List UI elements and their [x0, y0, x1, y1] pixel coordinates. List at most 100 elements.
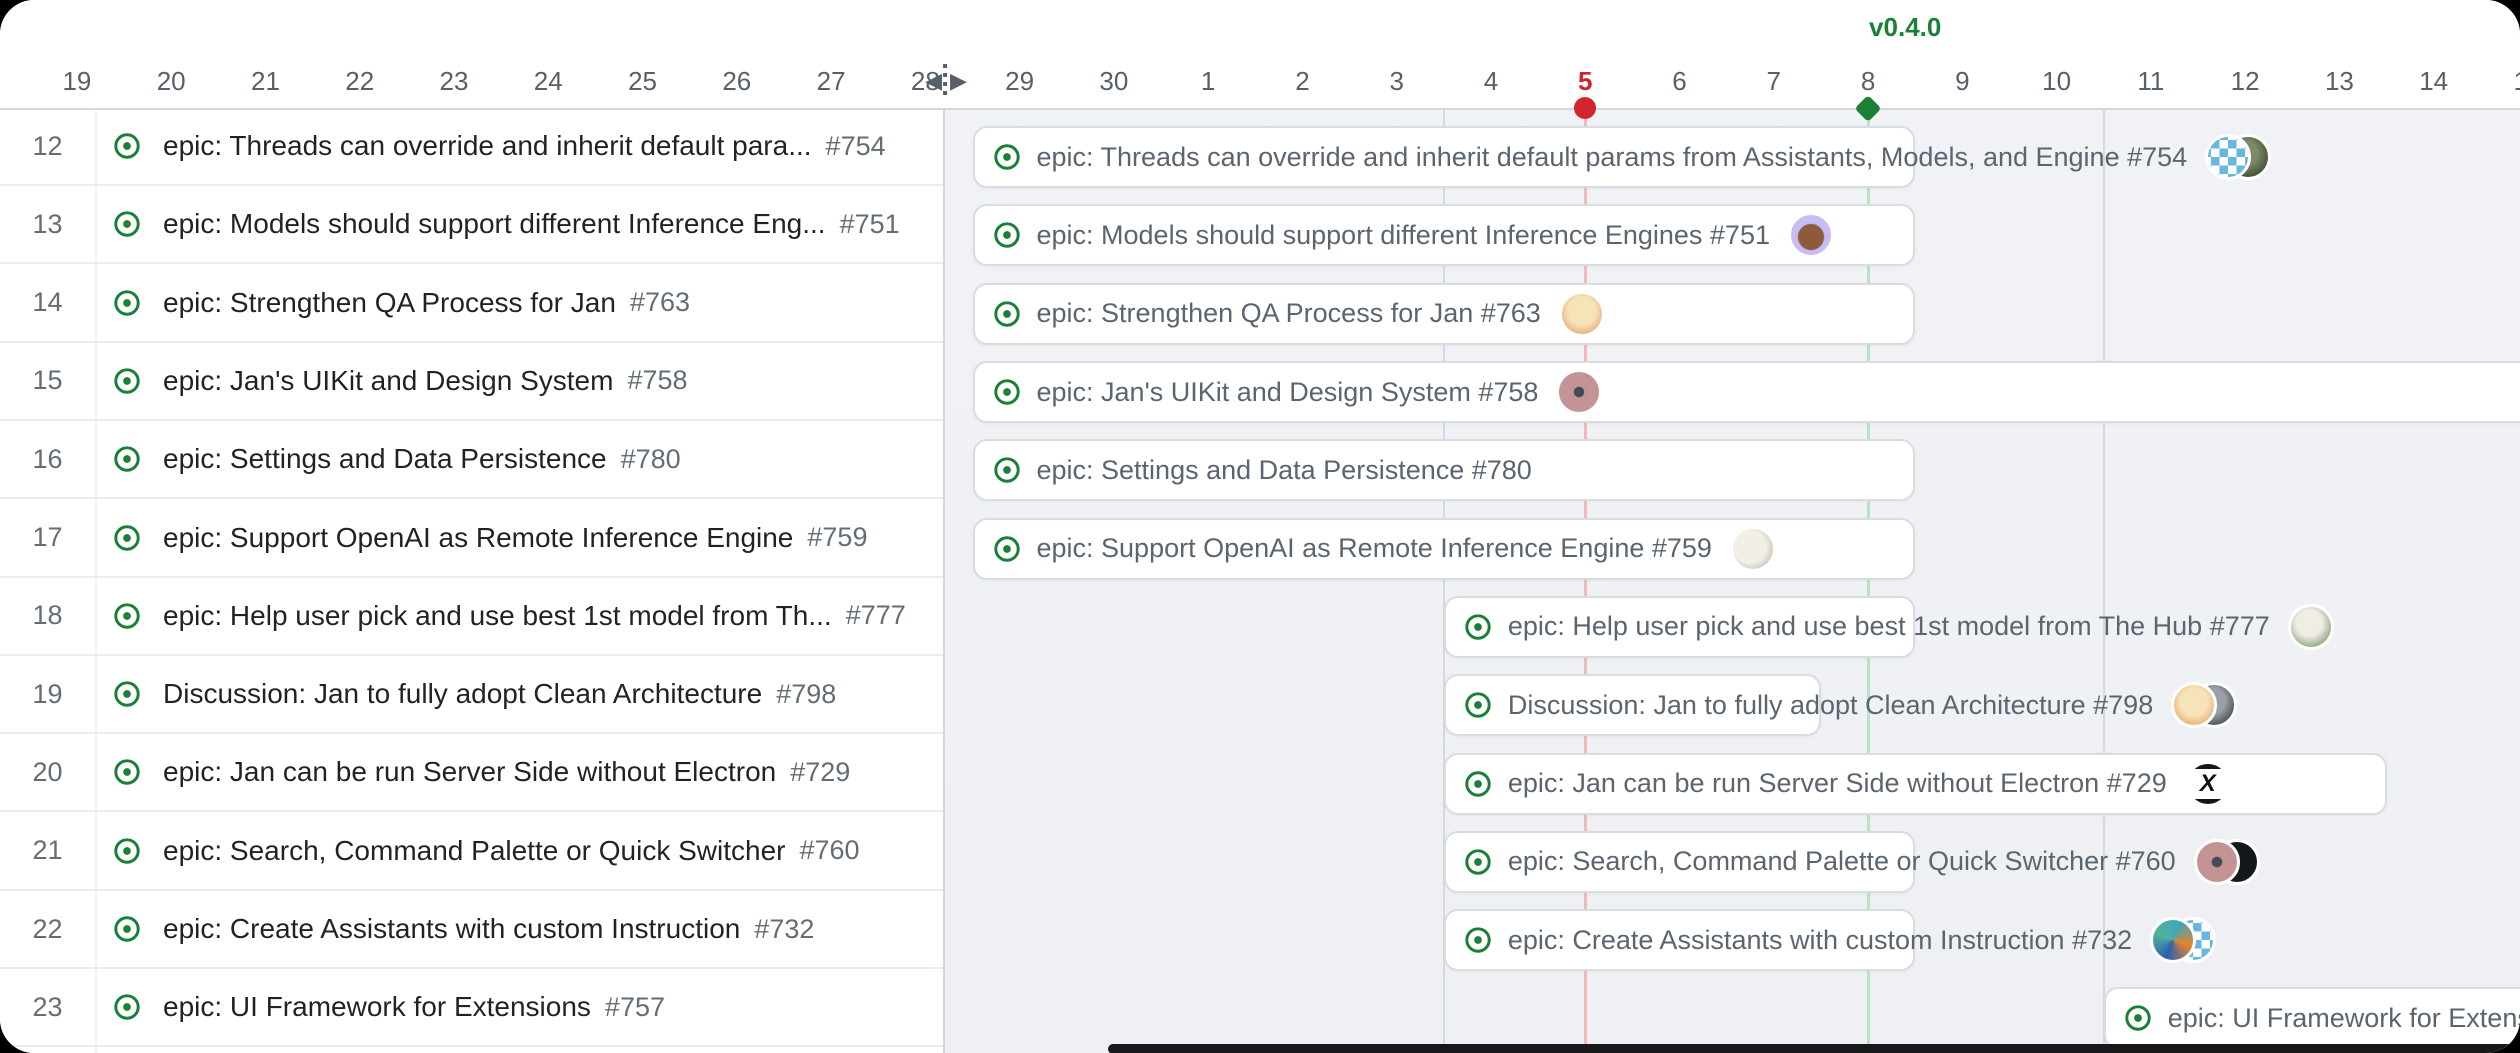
open-issue-icon [113, 758, 141, 786]
avatar[interactable] [2150, 917, 2196, 963]
open-issue-icon [113, 524, 141, 552]
table-row-17[interactable]: 17epic: Support OpenAI as Remote Inferen… [0, 500, 943, 578]
assignee-avatars[interactable] [1730, 526, 1796, 572]
open-issue-icon [113, 289, 141, 317]
open-issue-icon [113, 837, 141, 865]
bar-title: epic: Support OpenAI as Remote Inference… [1037, 533, 1712, 564]
table-row-21[interactable]: 21 epic: Search, Command Palette or Quick… [0, 813, 943, 891]
open-issue-icon [1464, 691, 1492, 719]
open-issue-icon [993, 535, 1021, 563]
assignee-avatars[interactable]: X [2185, 761, 2231, 807]
issue-number: #777 [846, 600, 906, 631]
timeline-bar-729[interactable]: epic: Jan can be run Server Side without… [1444, 753, 2231, 815]
open-issue-icon [2124, 1004, 2152, 1032]
assignee-avatars[interactable] [2194, 839, 2260, 885]
timeline-bar-763[interactable]: epic: Strengthen QA Process for Jan #763 [973, 283, 1625, 345]
issue-title[interactable]: epic: UI Framework for Extensions [163, 991, 591, 1023]
table-row-18[interactable]: 18epic: Help user pick and use best 1st … [0, 578, 943, 656]
table-row-14[interactable]: 14epic: Strengthen QA Process for Jan#76… [0, 265, 943, 343]
issue-number: #757 [605, 992, 665, 1023]
day-label-30: 30 [1099, 66, 1128, 97]
issue-title[interactable]: epic: Jan's UIKit and Design System [163, 365, 613, 397]
avatar[interactable] [2205, 134, 2251, 180]
avatar[interactable] [2194, 839, 2240, 885]
row-number: 20 [0, 757, 95, 788]
table-row-22[interactable]: 22epic: Create Assistants with custom In… [0, 891, 943, 969]
timeline-bar-754[interactable]: epic: Threads can override and inherit d… [973, 126, 2272, 188]
assignee-avatars[interactable] [2288, 604, 2334, 650]
open-issue-icon [113, 993, 141, 1021]
issue-title[interactable]: epic: Search, Command Palette or Quick S… [163, 835, 785, 867]
day-label-8: 8 [1861, 66, 1875, 97]
day-label-15: 15 [2513, 66, 2520, 97]
day-label-25: 25 [628, 66, 657, 97]
bar-title: epic: Strengthen QA Process for Jan #763 [1037, 298, 1541, 329]
avatar[interactable] [2288, 604, 2334, 650]
row-number: 23 [0, 992, 95, 1023]
issue-title[interactable]: epic: Threads can override and inherit d… [163, 130, 812, 162]
issue-number: #729 [790, 757, 850, 788]
day-label-1: 1 [1201, 66, 1215, 97]
timeline-bar-732[interactable]: epic: Create Assistants with custom Inst… [1444, 909, 2216, 971]
table-row-23[interactable]: 23 epic: UI Framework for Extensions #757 [0, 969, 943, 1047]
table-row-12[interactable]: 12 epic: Threads can override and inherit… [0, 108, 943, 186]
avatar[interactable] [1556, 369, 1602, 415]
assignee-avatars[interactable] [2205, 134, 2271, 180]
day-label-24: 24 [534, 66, 563, 97]
day-label-4: 4 [1484, 66, 1498, 97]
table-row-13[interactable]: 13epic: Models should support different … [0, 186, 943, 264]
timeline-bar-758[interactable]: epic: Jan's UIKit and Design System #758 [973, 361, 1623, 423]
avatar[interactable] [2171, 682, 2217, 728]
avatar[interactable] [1559, 291, 1605, 337]
avatar[interactable]: X [2185, 761, 2231, 807]
issue-title[interactable]: epic: Create Assistants with custom Inst… [163, 913, 740, 945]
row-number: 19 [0, 679, 95, 710]
panel-resize-handle-icon[interactable]: ◀▶ [925, 64, 965, 98]
open-issue-icon [993, 221, 1021, 249]
issue-title[interactable]: epic: Settings and Data Persistence [163, 443, 607, 475]
day-label-13: 13 [2325, 66, 2354, 97]
issue-title[interactable]: epic: Support OpenAI as Remote Inference… [163, 522, 793, 554]
open-issue-icon [993, 300, 1021, 328]
horizontal-scrollbar-thumb[interactable] [1108, 1044, 2520, 1053]
day-label-10: 10 [2042, 66, 2071, 97]
avatar[interactable] [1730, 526, 1776, 572]
issue-number: #763 [630, 287, 690, 318]
timeline-bar-757[interactable]: epic: UI Framework for Extensions #757 [2104, 987, 2520, 1049]
bar-title: epic: UI Framework for Extensions #757 [2168, 1003, 2520, 1034]
bar-title: epic: Create Assistants with custom Inst… [1508, 925, 2132, 956]
timeline-bar-777[interactable]: epic: Help user pick and use best 1st mo… [1444, 596, 2334, 658]
issue-title[interactable]: epic: Help user pick and use best 1st mo… [163, 600, 832, 632]
assignee-avatars[interactable] [2171, 682, 2237, 728]
table-row-19[interactable]: 19 Discussion: Jan to fully adopt Clean A… [0, 656, 943, 734]
issue-title[interactable]: Discussion: Jan to fully adopt Clean Arc… [163, 678, 762, 710]
table-row-16[interactable]: 16epic: Settings and Data Persistence#78… [0, 421, 943, 499]
assignee-avatars[interactable] [1559, 291, 1625, 337]
timeline-bar-780[interactable]: epic: Settings and Data Persistence #780 [973, 439, 1532, 501]
timeline-bar-798[interactable]: Discussion: Jan to fully adopt Clean Arc… [1444, 674, 2237, 736]
timeline-bar-760[interactable]: epic: Search, Command Palette or Quick S… [1444, 831, 2260, 893]
issue-title[interactable]: epic: Models should support different In… [163, 208, 826, 240]
assignee-avatars[interactable] [2150, 917, 2216, 963]
open-issue-icon [993, 456, 1021, 484]
table-row-20[interactable]: 20 epic: Jan can be run Server Side witho… [0, 734, 943, 812]
assignee-avatars[interactable] [1556, 369, 1622, 415]
milestone-label[interactable]: v0.4.0 [1869, 12, 1941, 43]
row-number: 12 [0, 131, 95, 162]
day-label-2: 2 [1295, 66, 1309, 97]
table-row-15[interactable]: 15epic: Jan's UIKit and Design System#75… [0, 343, 943, 421]
timeline-header[interactable]: 1920212223242526272829301234567891011121… [0, 0, 2520, 110]
issue-title[interactable]: epic: Jan can be run Server Side without… [163, 756, 776, 788]
timeline-bar-751[interactable]: epic: Models should support different In… [973, 204, 1834, 266]
day-label-12: 12 [2231, 66, 2260, 97]
avatar[interactable] [1788, 212, 1834, 258]
timeline-bar-759[interactable]: epic: Support OpenAI as Remote Inference… [973, 518, 1796, 580]
assignee-avatars[interactable] [1788, 212, 1834, 258]
issue-title[interactable]: epic: Strengthen QA Process for Jan [163, 287, 616, 319]
open-issue-icon [113, 680, 141, 708]
today-marker-dot[interactable] [1574, 97, 1596, 119]
day-label-7: 7 [1767, 66, 1781, 97]
open-issue-icon [113, 602, 141, 630]
row-number: 21 [0, 835, 95, 866]
open-issue-icon [113, 210, 141, 238]
